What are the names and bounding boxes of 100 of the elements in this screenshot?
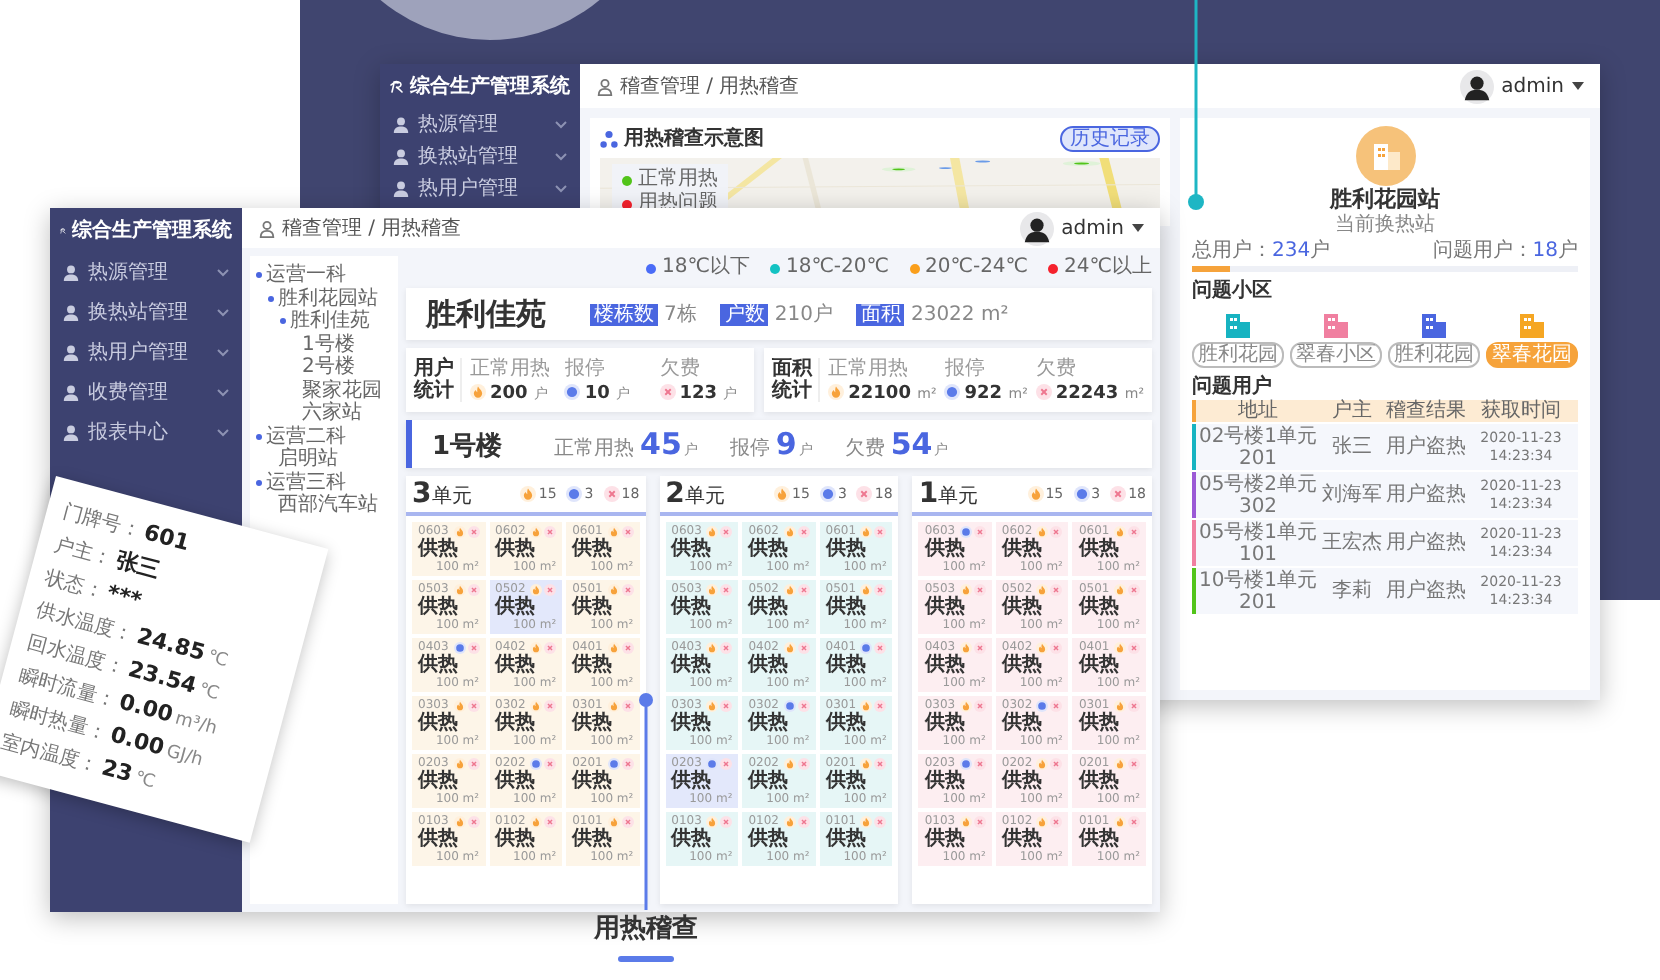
flame-icon [453, 699, 466, 711]
stats-title: 面积统计 [772, 358, 821, 402]
flame-icon [959, 583, 972, 595]
flame-icon [860, 815, 873, 827]
flame-icon [1114, 583, 1127, 595]
column-header: 地址 [1236, 400, 1280, 422]
history-button[interactable]: 历史记录 [1060, 125, 1160, 151]
flame-icon [783, 641, 796, 653]
unit-title: 3单元 [412, 478, 472, 510]
badge-icon [1050, 525, 1063, 537]
avatar-icon[interactable] [1459, 69, 1494, 103]
tree-item[interactable]: 西部汽车站 [278, 494, 378, 517]
person-icon [392, 115, 410, 133]
room-status: 供热 [1078, 712, 1121, 734]
flame-icon [1036, 641, 1049, 653]
user-name[interactable]: admin [1501, 75, 1564, 97]
badge-icon [603, 486, 620, 502]
table-cell: 05号楼1单元101 [1196, 521, 1320, 565]
field-value: *** [103, 579, 145, 617]
tree-item[interactable]: 运营三科 [266, 471, 346, 494]
tree-item[interactable]: 聚家花园 [302, 379, 382, 402]
nav-item[interactable]: 热源管理 [50, 252, 242, 292]
badge-icon [720, 583, 733, 595]
chevron-icon [216, 387, 230, 397]
field-label: 状态： [42, 565, 108, 604]
room-status: 供热 [671, 654, 714, 676]
dot-icon [959, 757, 972, 769]
table-cell: 10号楼1单元201 [1196, 569, 1320, 613]
room-status: 供热 [1078, 770, 1121, 792]
flame-icon [860, 583, 873, 595]
tag: 户数 [720, 303, 769, 325]
table-cell: 用户盗热 [1384, 532, 1468, 554]
badge-icon [874, 641, 887, 653]
room-status: 供热 [572, 712, 615, 734]
avatar-icon[interactable] [1019, 211, 1054, 245]
tree-item[interactable]: 胜利花园站 [278, 287, 378, 310]
bullet-icon [256, 433, 262, 440]
flame-icon [959, 641, 972, 653]
table-cell: 02号楼1单元201 [1196, 425, 1320, 469]
tag-value: 23022 m² [910, 303, 1009, 325]
community-chip[interactable]: 胜利花园 [1192, 342, 1284, 368]
flame-icon [1036, 757, 1049, 769]
tree-item[interactable]: 运营二科 [266, 425, 346, 448]
flame-icon [453, 583, 466, 595]
badge-icon [797, 641, 810, 653]
badge-icon [467, 757, 480, 769]
badge-icon [621, 583, 634, 595]
room-status: 供热 [1078, 596, 1121, 618]
room-status: 供热 [495, 712, 538, 734]
person-icon [62, 343, 80, 361]
tree-item[interactable]: 胜利佳苑 [290, 310, 370, 333]
tree-item[interactable]: 启明站 [278, 448, 338, 471]
badge-icon [1035, 384, 1052, 400]
room-status: 供热 [1001, 538, 1044, 560]
person-icon [258, 219, 276, 237]
community-chip[interactable]: 胜利花园 [1388, 342, 1480, 368]
flame-icon [783, 757, 796, 769]
person-icon [62, 303, 80, 321]
field-unit: GJ/h [164, 740, 207, 776]
tree-item[interactable]: 1号楼 [302, 333, 355, 356]
badge-icon [467, 815, 480, 827]
badge-icon [621, 757, 634, 769]
nav-item[interactable]: 热源管理 [380, 108, 580, 140]
flame-icon [959, 815, 972, 827]
badge-icon [1128, 815, 1141, 827]
chevron-icon [554, 151, 568, 161]
dot-icon [607, 757, 620, 769]
tree-item[interactable]: 2号楼 [302, 356, 355, 379]
tree-item[interactable]: 运营一科 [266, 264, 346, 287]
user-name[interactable]: admin [1061, 217, 1124, 239]
tree-item[interactable]: 六家站 [302, 402, 362, 425]
badge-icon [621, 525, 634, 537]
panel-title: 用热稽查示意图 [624, 125, 766, 152]
person-icon [62, 383, 80, 401]
nav-item[interactable]: 报表中心 [50, 412, 242, 452]
flame-icon [860, 699, 873, 711]
nav-item[interactable]: 热用户管理 [50, 332, 242, 372]
app-name: 综合生产管理系统 [72, 217, 232, 244]
room-status: 供热 [1001, 828, 1044, 850]
nav-item[interactable]: 换热站管理 [50, 292, 242, 332]
flame-icon [453, 815, 466, 827]
stat-label: 报停 [564, 357, 607, 379]
room-status: 供热 [748, 712, 791, 734]
field-unit: ℃ [205, 645, 232, 677]
flame-icon [530, 641, 543, 653]
badge-icon [797, 757, 810, 769]
badge-icon [973, 525, 986, 537]
stat-label: 正常用热 [470, 357, 552, 379]
building-icon [1355, 126, 1415, 186]
community-chip[interactable]: 翠春小区 [1290, 342, 1382, 368]
nav-item[interactable]: 热用户管理 [380, 172, 580, 204]
nav-item[interactable]: 收费管理 [50, 372, 242, 412]
badge-icon [973, 699, 986, 711]
unit-title: 2单元 [665, 478, 725, 510]
room-status: 供热 [1001, 654, 1044, 676]
app-name: 综合生产管理系统 [410, 73, 570, 100]
dot-icon [1036, 699, 1049, 711]
total-users: 总用户：234户 [1192, 238, 1331, 264]
nav-item[interactable]: 换热站管理 [380, 140, 580, 172]
flame-icon [706, 641, 719, 653]
